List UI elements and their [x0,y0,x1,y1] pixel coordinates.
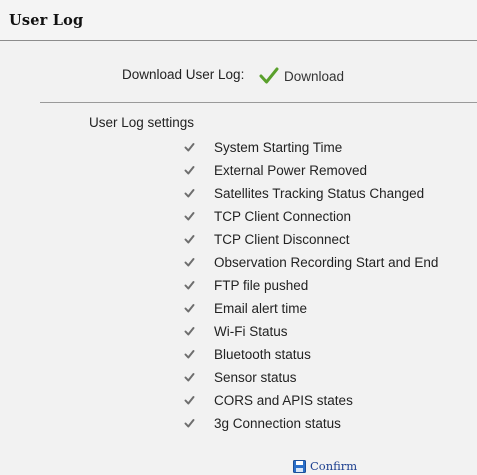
checkmark-icon [184,281,195,290]
checkmark-icon [184,419,195,428]
checkmark-icon [184,258,195,267]
checkmark-icon [184,396,195,405]
confirm-button[interactable]: Confirm [293,458,357,474]
list-item: System Starting Time [183,136,438,159]
checkbox[interactable] [183,164,196,177]
checkmark-icon [184,189,195,198]
item-label: Bluetooth status [214,347,311,362]
list-item: 3g Connection status [183,412,438,435]
checkmark-icon [184,235,195,244]
item-label: External Power Removed [214,163,368,178]
checkbox[interactable] [183,394,196,407]
download-link[interactable]: Download [259,65,344,87]
checkmark-icon [184,327,195,336]
item-label: Observation Recording Start and End [214,255,439,270]
item-label: System Starting Time [214,140,343,155]
download-row: Download User Log: Download [0,65,477,87]
page-title: User Log [9,12,84,29]
checkbox[interactable] [183,417,196,430]
title-bar: User Log [0,0,477,41]
item-label: Satellites Tracking Status Changed [214,186,425,201]
item-label: CORS and APIS states [214,393,353,408]
checkbox[interactable] [183,256,196,269]
checkmark-icon [184,373,195,382]
divider [40,102,477,103]
list-item: CORS and APIS states [183,389,438,412]
list-item: Bluetooth status [183,343,438,366]
confirm-label: Confirm [310,459,358,473]
checkbox[interactable] [183,325,196,338]
checkbox[interactable] [183,233,196,246]
item-label: 3g Connection status [214,416,341,431]
list-item: TCP Client Connection [183,205,438,228]
list-item: External Power Removed [183,159,438,182]
item-label: Email alert time [214,301,308,316]
settings-list: System Starting Time External Power Remo… [183,136,438,435]
green-check-icon [259,67,279,84]
item-label: TCP Client Disconnect [214,232,350,247]
item-label: FTP file pushed [214,278,309,293]
checkmark-icon [184,304,195,313]
checkmark-icon [184,212,195,221]
item-label: Sensor status [214,370,297,385]
checkbox[interactable] [183,348,196,361]
item-label: TCP Client Connection [214,209,352,224]
list-item: Wi-Fi Status [183,320,438,343]
checkbox[interactable] [183,210,196,223]
checkbox[interactable] [183,141,196,154]
list-item: Satellites Tracking Status Changed [183,182,438,205]
download-link-label: Download [284,68,345,84]
checkbox[interactable] [183,187,196,200]
checkmark-icon [184,166,195,175]
settings-label: User Log settings [89,115,195,130]
download-label: Download User Log: [122,67,245,82]
list-item: FTP file pushed [183,274,438,297]
checkmark-icon [184,143,195,152]
floppy-disk-icon [293,459,306,473]
list-item: Observation Recording Start and End [183,251,438,274]
checkbox[interactable] [183,371,196,384]
checkbox[interactable] [183,302,196,315]
list-item: TCP Client Disconnect [183,228,438,251]
list-item: Sensor status [183,366,438,389]
checkmark-icon [184,350,195,359]
item-label: Wi-Fi Status [214,324,288,339]
list-item: Email alert time [183,297,438,320]
checkbox[interactable] [183,279,196,292]
